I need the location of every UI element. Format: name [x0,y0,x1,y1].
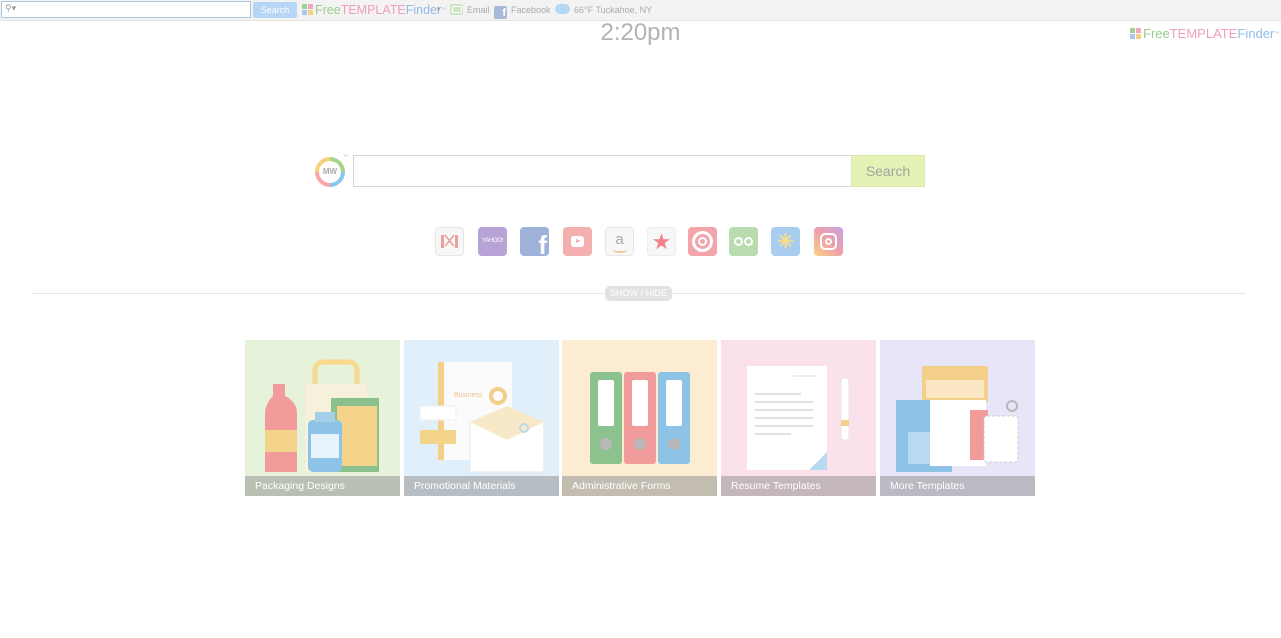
promotional-illustration [419,362,545,473]
toolbar-facebook-link[interactable]: f Facebook [494,3,551,19]
quick-link-target[interactable] [688,227,717,256]
resume-illustration [747,366,850,470]
tile-packaging-designs[interactable]: Packaging Designs [245,340,400,496]
quick-link-facebook[interactable]: f [520,227,549,256]
quick-link-tripadvisor[interactable] [729,227,758,256]
toolbar-search-button[interactable]: Search [253,2,297,18]
tile-more-templates[interactable]: More Templates [880,340,1035,496]
yahoo-icon: YAHOO! [481,238,504,244]
instagram-icon [820,233,837,250]
more-templates-illustration [896,366,1019,472]
tile-label: Resume Templates [721,476,876,496]
gmail-icon [441,235,458,248]
toolbar-weather-link[interactable]: 66°F Tuckahoe, NY [555,3,652,17]
facebook-icon: f [494,6,507,19]
toolbar-brand-logo[interactable]: FreeTEMPLATEFinder™ [302,3,446,17]
tile-label: More Templates [880,476,1035,496]
chevron-down-icon[interactable]: ▾ [437,5,441,13]
quick-link-gmail[interactable] [435,227,464,256]
tile-promotional-materials[interactable]: Business Promotional Materials [404,340,559,496]
quick-link-instagram[interactable] [814,227,843,256]
brand-squares-icon [1130,28,1141,39]
corner-brand-logo[interactable]: FreeTEMPLATEFinder™ [1130,27,1279,41]
quick-link-yahoo[interactable]: YAHOO! [478,227,507,256]
browser-toolbar: ⚲▾ Search FreeTEMPLATEFinder™ ▾ Email fF… [0,0,1281,21]
mail-icon [450,4,463,15]
mw-logo: MW [315,157,345,187]
walmart-spark-icon: ✳ [777,231,794,253]
toolbar-search-input[interactable] [18,2,246,17]
clock: 2:20pm [600,19,681,46]
show-hide-toggle[interactable]: SHOW / HIDE [605,286,672,301]
toolbar-email-link[interactable]: Email [450,3,490,17]
star-icon: ★ [651,229,672,254]
main-search-button[interactable]: Search [851,155,925,187]
main-search-input[interactable] [353,155,867,187]
facebook-icon: f [538,230,547,256]
packaging-illustration [265,359,379,472]
tile-label: Administrative Forms [562,476,717,496]
tile-resume-templates[interactable]: Resume Templates [721,340,876,496]
search-icon: ⚲▾ [5,3,17,13]
tile-label: Packaging Designs [245,476,400,496]
quick-link-amazon[interactable]: a [605,227,634,256]
cloud-icon [555,4,570,14]
youtube-icon [571,236,584,247]
tile-label: Promotional Materials [404,476,559,496]
quick-link-walmart[interactable]: ✳ [771,227,800,256]
binders-illustration [590,372,690,464]
toolbar-search-box[interactable]: ⚲▾ [1,1,251,18]
quick-link-youtube[interactable] [563,227,592,256]
amazon-icon: a [615,231,624,248]
promo-card-text: Business [454,392,483,399]
brand-squares-icon [302,4,313,15]
quick-link-macys[interactable]: ★ [647,227,676,256]
tile-administrative-forms[interactable]: Administrative Forms [562,340,717,496]
